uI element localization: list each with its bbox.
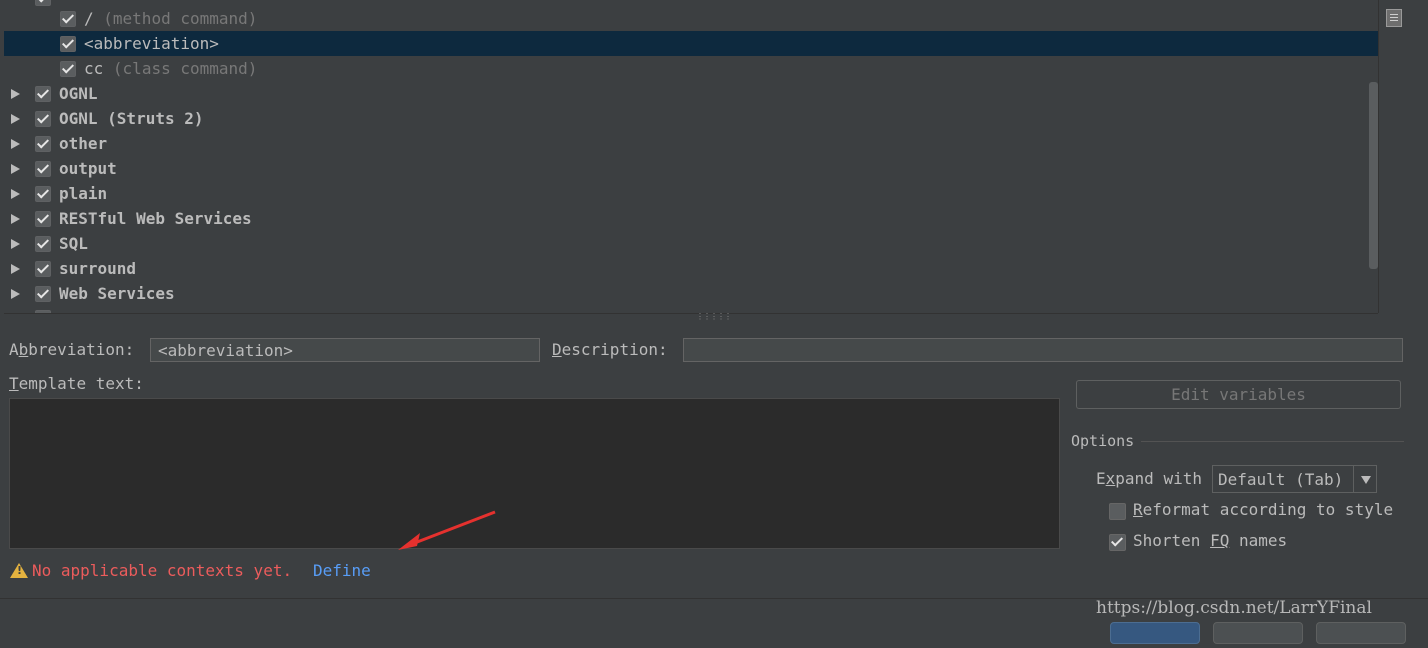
warning-row: No applicable contexts yet. Define [10,560,371,582]
tree-row[interactable]: / (method command) [4,6,1378,31]
template-text-label: Template text: [9,374,144,393]
scrollbar-thumb[interactable] [1369,82,1378,269]
tree-row-label: output [59,159,117,178]
copy-icon[interactable] [1386,9,1402,27]
warning-text: No applicable contexts yet. [32,561,293,580]
abbreviation-input[interactable]: <abbreviation> [150,338,540,362]
tree-row[interactable]: other [4,131,1378,156]
tree-checkbox[interactable] [60,36,76,52]
expand-with-select[interactable]: Default (Tab) [1212,465,1377,493]
chevron-down-icon [1361,476,1371,484]
tree-side-panel [1378,0,1421,313]
tree-row-label: OGNL [59,84,98,103]
help-button[interactable] [1316,622,1406,644]
expand-arrow-icon[interactable] [11,264,20,274]
tree-checkbox [35,310,51,313]
tree-row[interactable]: cc (class command) [4,56,1378,81]
tree-checkbox[interactable] [60,61,76,77]
expand-with-value: Default (Tab) [1218,470,1344,489]
expand-arrow-icon[interactable] [11,189,20,199]
tree-row-label: Web Services [59,284,175,303]
tree-row[interactable]: plain [4,181,1378,206]
options-title: Options [1071,432,1135,450]
tree-row-label: SQL [59,234,88,253]
cancel-button[interactable] [1213,622,1303,644]
tree-row[interactable]: Web Services [4,281,1378,306]
abbreviation-label: Abbreviation: [9,340,135,359]
expand-arrow-icon[interactable] [11,289,20,299]
expand-arrow-icon[interactable] [11,239,20,249]
tree-row-label: / [84,9,94,28]
options-divider [1141,441,1404,442]
shorten-fq-checkbox[interactable] [1109,534,1126,551]
annotation-arrow-icon [398,510,496,550]
tree-checkbox[interactable] [35,236,51,252]
template-tree[interactable]: / (method command) <abbreviation> cc (clas… [4,0,1378,314]
description-label: Description: [552,340,668,359]
tree-checkbox[interactable] [35,286,51,302]
tree-checkbox[interactable] [35,86,51,102]
tree-row[interactable]: OGNL (Struts 2) [4,106,1378,131]
define-link[interactable]: Define [313,560,371,582]
splitter-grip-icon[interactable]: ⋮⋮⋮⋮⋮ [696,313,732,321]
tree-row[interactable]: OGNL [4,81,1378,106]
tree-row-label: surround [59,259,137,278]
edit-variables-button[interactable]: Edit variables [1076,380,1401,409]
tree-row-label: <abbreviation> [84,34,219,53]
tree-checkbox[interactable] [35,136,51,152]
tree-checkbox[interactable] [35,261,51,277]
select-separator [1353,466,1354,492]
expand-arrow-icon[interactable] [11,89,20,99]
reformat-checkbox[interactable] [1109,503,1126,520]
tree-checkbox[interactable] [35,211,51,227]
description-input[interactable] [683,338,1403,362]
tree-row-partial [4,305,1378,313]
tree-row[interactable]: <abbreviation> [4,31,1378,56]
tree-row-hint: (method command) [93,9,258,28]
watermark: https://blog.csdn.net/LarrYFinal [1096,598,1372,618]
tree-checkbox[interactable] [35,161,51,177]
expand-arrow-icon[interactable] [11,214,20,224]
tree-checkbox[interactable] [60,11,76,27]
tree-row[interactable]: SQL [4,231,1378,256]
tree-row[interactable]: surround [4,256,1378,281]
tree-row-hint: (class command) [103,59,258,78]
reformat-label[interactable]: Reformat according to style [1133,500,1393,519]
shorten-fq-label[interactable]: Shorten FQ names [1133,531,1287,550]
expand-arrow-icon[interactable] [11,114,20,124]
template-text-editor[interactable] [9,398,1060,549]
tree-row-label: other [59,134,108,153]
tree-row-label: plain [59,184,108,203]
tree-row[interactable]: RESTful Web Services [4,206,1378,231]
tree-row-label: cc [84,59,104,78]
warning-icon [10,563,28,578]
expand-arrow-icon[interactable] [11,139,20,149]
tree-row-label: OGNL (Struts 2) [59,109,204,128]
expand-with-label: Expand with [1096,469,1202,488]
tree-checkbox[interactable] [35,111,51,127]
expand-arrow-icon[interactable] [11,164,20,174]
tree-checkbox[interactable] [35,186,51,202]
tree-row-label: RESTful Web Services [59,209,252,228]
ok-button[interactable] [1110,622,1200,644]
tree-row[interactable]: output [4,156,1378,181]
